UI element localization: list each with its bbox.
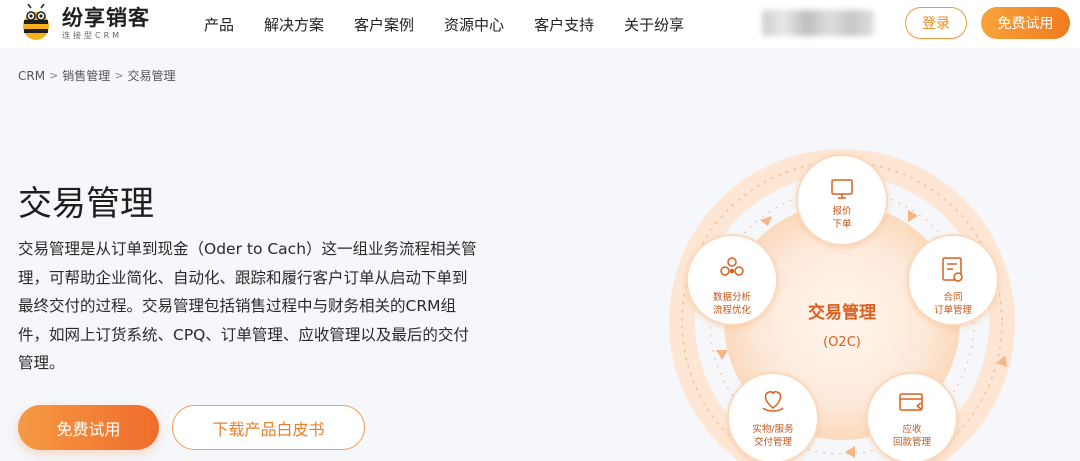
bee-logo-icon — [23, 4, 49, 40]
diagram-center-subtitle: (O2C) — [823, 335, 861, 350]
flow-arrow — [716, 350, 728, 360]
logo-name: 纷享销客 — [62, 6, 150, 30]
main-nav: 产品 解决方案 客户案例 资源中心 客户支持 关于纷享 — [204, 0, 714, 48]
node-receivable-label2: 回款管理 — [893, 436, 932, 448]
nav-item-resources[interactable]: 资源中心 — [444, 14, 504, 35]
chevron-right-icon: > — [114, 69, 124, 82]
free-trial-header-button[interactable]: 免费试用 — [981, 7, 1070, 39]
free-trial-button[interactable]: 免费试用 — [18, 405, 159, 450]
page-description: 交易管理是从订单到现金（Oder to Cach）这一组业务流程相关管理，可帮助… — [18, 240, 477, 372]
breadcrumb: CRM > 销售管理 > 交易管理 — [18, 67, 176, 84]
node-contract-label2: 订单管理 — [934, 304, 973, 316]
flow-arrow — [845, 446, 855, 458]
node-receivable-label1: 应收 — [902, 423, 922, 435]
nav-item-cases[interactable]: 客户案例 — [354, 14, 414, 35]
nav-item-support[interactable]: 客户支持 — [534, 14, 594, 35]
node-analytics-label2: 流程优化 — [713, 304, 752, 316]
node-quote-label2: 下单 — [832, 218, 852, 230]
node-quote-order[interactable] — [796, 154, 888, 246]
logo-tagline: 连接型CRM — [62, 31, 123, 40]
node-contract-label1: 合同 — [943, 291, 962, 303]
flow-arrow — [908, 210, 918, 222]
login-button[interactable]: 登录 — [905, 7, 967, 39]
breadcrumb-crm[interactable]: CRM — [18, 69, 45, 83]
breadcrumb-sales[interactable]: 销售管理 — [62, 67, 110, 84]
node-delivery-label1: 实物/服务 — [752, 423, 794, 435]
node-delivery-label2: 交付管理 — [754, 436, 793, 448]
nav-item-products[interactable]: 产品 — [204, 14, 234, 35]
nav-item-solutions[interactable]: 解决方案 — [264, 14, 324, 35]
breadcrumb-current: 交易管理 — [127, 69, 176, 83]
flow-arrow — [760, 216, 772, 226]
blurred-phone-number — [762, 10, 874, 36]
node-quote-label1: 报价 — [832, 205, 852, 217]
diagram-center-title: 交易管理 — [808, 302, 876, 323]
chevron-right-icon: > — [49, 69, 59, 82]
brand-logo[interactable]: 纷享销客 连接型CRM — [16, 4, 150, 44]
top-navigation-bar: 纷享销客 连接型CRM 产品 解决方案 客户案例 资源中心 客户支持 关于纷享 … — [0, 0, 1080, 48]
o2c-cycle-diagram: 交易管理 (O2C) 报价 下单 合同 订单管理 应收 回款管理 实物/服务 交… — [669, 149, 1015, 461]
nav-item-about[interactable]: 关于纷享 — [624, 14, 684, 35]
page-title: 交易管理 — [18, 184, 154, 224]
download-whitepaper-button[interactable]: 下载产品白皮书 — [172, 405, 365, 450]
node-analytics-label1: 数据分析 — [713, 291, 752, 303]
